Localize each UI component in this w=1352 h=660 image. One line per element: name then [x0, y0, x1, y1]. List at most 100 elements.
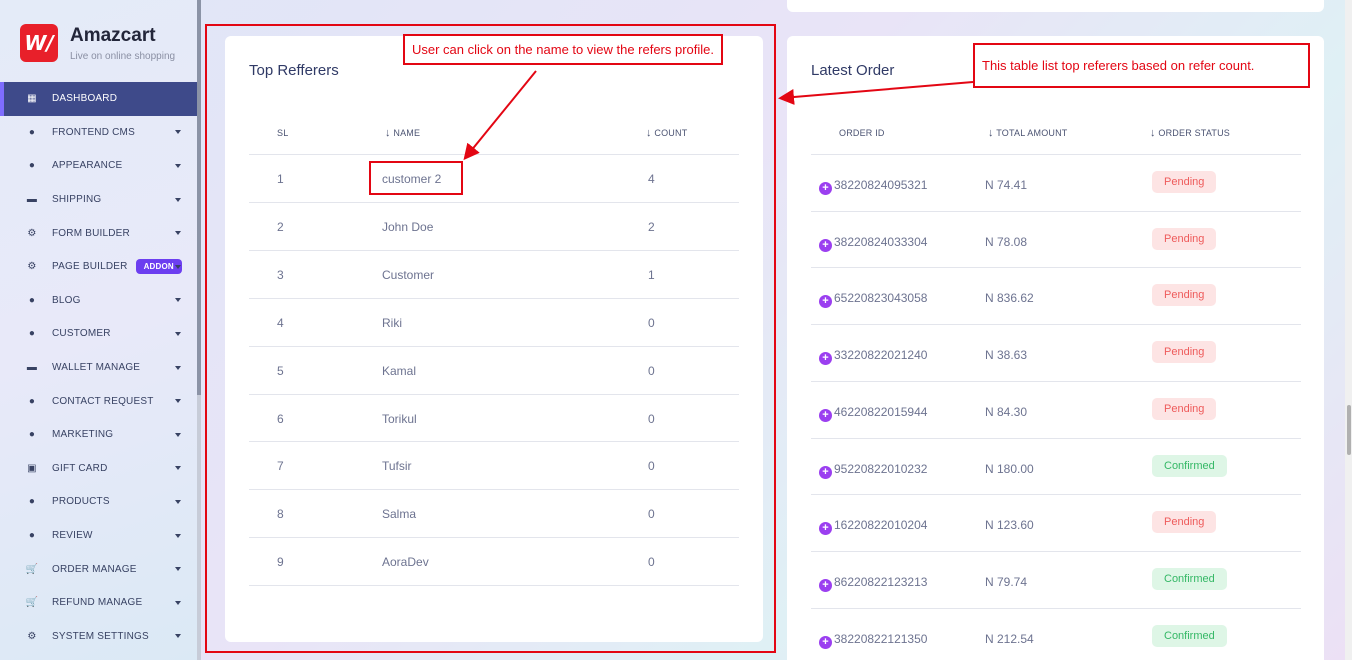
column-header-total-amount[interactable]: ↓ TOTAL AMOUNT — [988, 127, 1068, 139]
cell-order-id[interactable]: +46220822015944 — [819, 405, 927, 422]
order-id-text: 38220824095321 — [834, 178, 928, 192]
cell-total-amount: N 74.41 — [985, 178, 1028, 192]
cell-order-id[interactable]: +33220822021240 — [819, 348, 927, 366]
sidebar-item-page-builder[interactable]: ⚙ PAGE BUILDER ADDON — [0, 250, 197, 284]
chevron-down-icon — [175, 634, 181, 639]
cell-order-id[interactable]: +38220824095321 — [819, 178, 927, 195]
sidebar-item-label: PRODUCTS — [52, 496, 110, 508]
expand-plus-icon[interactable]: + — [819, 635, 832, 649]
chevron-down-icon — [175, 231, 181, 236]
user-icon: ● — [28, 395, 36, 407]
status-badge: Pending — [1152, 511, 1217, 534]
status-badge: Pending — [1152, 397, 1217, 420]
sidebar-item-marketing[interactable]: ● MARKETING — [0, 418, 197, 452]
user-icon: ● — [28, 160, 36, 172]
sidebar-item-label: ORDER MANAGE — [52, 563, 137, 575]
truck-icon: ▬ — [26, 194, 38, 206]
expand-plus-icon[interactable]: + — [819, 522, 832, 536]
sidebar-scrollbar-thumb[interactable] — [197, 0, 201, 395]
expand-plus-icon[interactable]: + — [819, 465, 832, 479]
cell-total-amount: N 212.54 — [985, 631, 1034, 646]
chevron-down-icon — [175, 365, 181, 370]
sort-arrow-icon: ↓ — [988, 127, 994, 139]
sidebar-item-frontend-cms[interactable]: ● FRONTEND CMS — [0, 116, 197, 150]
cell-total-amount: N 84.30 — [985, 404, 1028, 419]
brand[interactable]: W/ Amazcart Live on online shopping — [20, 24, 175, 62]
cell-order-id[interactable]: +38220822121350 — [819, 632, 927, 649]
sidebar-item-dashboard[interactable]: ▦ DASHBOARD — [0, 82, 197, 116]
sidebar-item-order-manage[interactable]: 🛒 ORDER MANAGE — [0, 552, 197, 586]
users-icon: ● — [28, 294, 36, 306]
sidebar-item-label: CUSTOMER — [52, 328, 111, 340]
gear-icon: ⚙ — [27, 630, 37, 642]
status-badge: Pending — [1152, 227, 1217, 250]
sidebar-item-products[interactable]: ● PRODUCTS — [0, 485, 197, 519]
table-row: +65220823043058 N 836.62 Pending — [811, 267, 1301, 324]
table-row: +38220824095321 N 74.41 Pending — [811, 154, 1301, 211]
amazcart-logo: W/ — [20, 24, 58, 62]
previous-card-bottom — [787, 0, 1324, 12]
sidebar-item-label: FORM BUILDER — [52, 227, 130, 239]
sidebar-item-label: MARKETING — [52, 429, 114, 441]
page-scrollbar-thumb[interactable] — [1347, 405, 1351, 455]
sidebar-item-system-settings[interactable]: ⚙ SYSTEM SETTINGS — [0, 620, 197, 654]
sidebar-item-review[interactable]: ● REVIEW — [0, 519, 197, 553]
expand-plus-icon[interactable]: + — [819, 352, 832, 366]
expand-plus-icon[interactable]: + — [819, 182, 832, 195]
cell-total-amount: N 79.74 — [985, 574, 1028, 589]
order-id-text: 46220822015944 — [834, 404, 928, 419]
expand-plus-icon[interactable]: + — [819, 295, 832, 309]
expand-plus-icon[interactable]: + — [819, 578, 832, 592]
cell-order-id[interactable]: +95220822010232 — [819, 462, 927, 479]
sidebar-item-label: DASHBOARD — [52, 93, 118, 105]
table-row: +46220822015944 N 84.30 Pending — [811, 380, 1301, 438]
sidebar-item-label: REVIEW — [52, 530, 93, 542]
expand-plus-icon[interactable]: + — [819, 408, 832, 422]
sidebar-item-label: FRONTEND CMS — [52, 126, 135, 138]
chevron-down-icon — [175, 197, 181, 202]
users-icon: ● — [28, 328, 36, 340]
sidebar-item-customer[interactable]: ● CUSTOMER — [0, 317, 197, 351]
sidebar-item-appearance[interactable]: ● APPEARANCE — [0, 149, 197, 183]
cell-order-id[interactable]: +38220824033304 — [819, 235, 927, 252]
cart-icon: 🛒 — [25, 597, 39, 609]
sidebar-item-label: GIFT CARD — [52, 462, 108, 474]
cell-order-id[interactable]: +16220822010204 — [819, 518, 928, 536]
grid-icon: ▦ — [27, 93, 37, 105]
sidebar-item-label: PAGE BUILDER — [52, 261, 128, 273]
status-badge: Pending — [1152, 341, 1217, 364]
order-id-text: 16220822010204 — [834, 518, 928, 533]
chevron-down-icon — [175, 130, 181, 135]
sidebar-item-wallet-manage[interactable]: ▬ WALLET MANAGE — [0, 351, 197, 385]
sidebar-item-label: SYSTEM SETTINGS — [52, 630, 149, 642]
chevron-down-icon — [175, 264, 181, 269]
chevron-down-icon — [175, 466, 181, 471]
brand-name: Amazcart — [70, 25, 156, 46]
sidebar-item-label: REFUND MANAGE — [52, 597, 143, 609]
sidebar-item-gift-card[interactable]: ▣ GIFT CARD — [0, 452, 197, 486]
chevron-down-icon — [175, 163, 181, 168]
sidebar-item-blog[interactable]: ● BLOG — [0, 284, 197, 318]
column-header-order-status[interactable]: ↓ ORDER STATUS — [1150, 127, 1230, 139]
sidebar-item-form-builder[interactable]: ⚙ FORM BUILDER — [0, 216, 197, 250]
order-id-text: 38220822121350 — [834, 631, 928, 646]
sidebar-item-refund-manage[interactable]: 🛒 REFUND MANAGE — [0, 586, 197, 620]
sidebar-menu: ▦ DASHBOARD ● FRONTEND CMS ● APPEARANCE ▬ SHIPP… — [0, 82, 197, 653]
status-badge: Confirmed — [1152, 624, 1227, 647]
latest-order-card: Latest Order ORDER ID ↓ TOTAL AMOUNT ↓ O… — [787, 36, 1324, 660]
cell-total-amount: N 38.63 — [985, 348, 1028, 363]
sidebar-item-shipping[interactable]: ▬ SHIPPING — [0, 183, 197, 217]
chevron-down-icon — [175, 399, 181, 404]
user-icon: ● — [28, 429, 36, 441]
order-id-text: 86220822123213 — [834, 574, 928, 589]
expand-plus-icon[interactable]: + — [819, 238, 832, 252]
user-icon: ● — [28, 530, 36, 542]
sidebar-item-contact-request[interactable]: ● CONTACT REQUEST — [0, 384, 197, 418]
page-scrollbar-track[interactable] — [1345, 0, 1352, 660]
cell-order-id[interactable]: +86220822123213 — [819, 575, 927, 592]
cell-total-amount: N 836.62 — [985, 291, 1034, 306]
card-title: Latest Order — [811, 62, 895, 79]
cell-order-id[interactable]: +65220823043058 — [819, 291, 927, 309]
cell-total-amount: N 78.08 — [985, 234, 1028, 249]
table-row: +16220822010204 N 123.60 Pending — [811, 494, 1301, 551]
